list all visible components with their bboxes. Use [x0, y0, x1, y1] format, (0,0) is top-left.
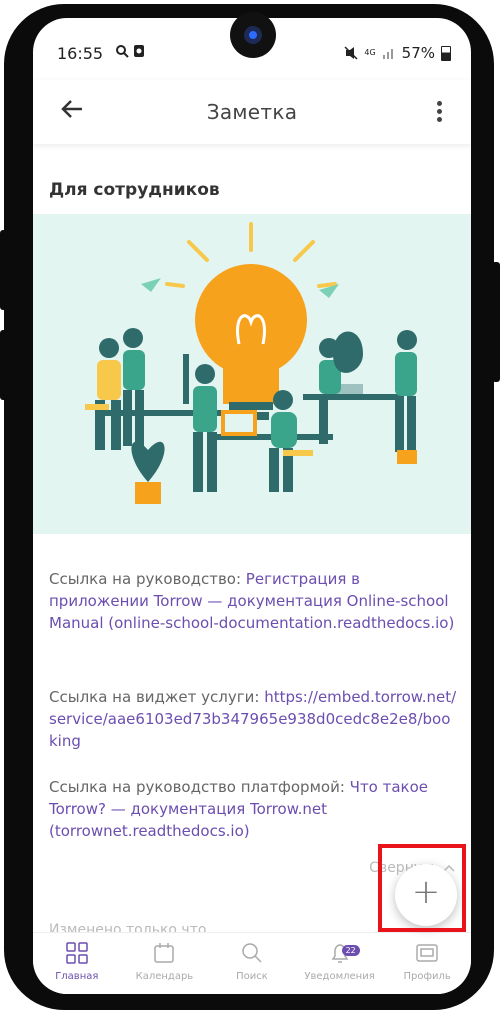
notification-badge: 22 [341, 945, 360, 956]
calendar-icon [154, 943, 175, 963]
battery-percent: 57% [401, 44, 435, 62]
grid-icon [66, 942, 88, 964]
status-time: 16:55 [57, 44, 104, 63]
status-right: 4G 57% [344, 44, 451, 62]
profile-card-icon [416, 944, 438, 962]
nav-item-home[interactable]: Главная [33, 933, 121, 994]
mute-icon [344, 46, 358, 60]
nav-label: Профиль [403, 971, 451, 982]
app-bar: Заметка [33, 80, 471, 144]
platform-link-block: Ссылка на руководство платформой: Что та… [49, 776, 459, 842]
battery-icon [441, 45, 451, 61]
guide-link-prefix: Ссылка на руководство: [49, 570, 246, 588]
camera-app-icon [134, 45, 145, 57]
bottom-navigation: Главная Календарь Поиск 22 Уведомления П… [33, 932, 471, 994]
search-icon [242, 943, 262, 963]
nav-item-notifications[interactable]: 22 Уведомления [296, 933, 384, 994]
search-icon [116, 45, 129, 58]
nav-item-calendar[interactable]: Календарь [121, 933, 209, 994]
more-menu-button[interactable] [437, 98, 443, 125]
network-label: 4G [364, 48, 376, 57]
volume-button [0, 330, 8, 400]
widget-link-prefix: Ссылка на виджет услуги: [49, 688, 265, 706]
more-vert-icon [437, 101, 442, 106]
nav-label: Календарь [135, 971, 194, 982]
screen: 16:55 4G 57% Заметка Для сотрудников Ссы… [33, 18, 471, 994]
page-title: Заметка [206, 100, 298, 124]
note-heading: Для сотрудников [49, 180, 220, 200]
front-camera [230, 12, 276, 58]
highlight-box [378, 844, 466, 932]
power-button [492, 262, 500, 382]
platform-link-prefix: Ссылка на руководство платформой: [49, 778, 350, 796]
status-left-icons [115, 44, 145, 62]
nav-label: Поиск [236, 971, 268, 982]
note-content[interactable]: Для сотрудников Ссылка на руководство: Р… [33, 144, 471, 950]
nav-label: Главная [55, 971, 99, 982]
guide-link-block: Ссылка на руководство: Регистрация в при… [49, 568, 459, 634]
nav-label: Уведомления [304, 971, 375, 982]
nav-item-profile[interactable]: Профиль [383, 933, 471, 994]
nav-item-search[interactable]: Поиск [208, 933, 296, 994]
signal-icon [382, 49, 393, 59]
team-lightbulb-illustration [33, 214, 471, 534]
widget-link-block: Ссылка на виджет услуги: https://embed.t… [49, 686, 459, 752]
volume-button [0, 230, 8, 310]
